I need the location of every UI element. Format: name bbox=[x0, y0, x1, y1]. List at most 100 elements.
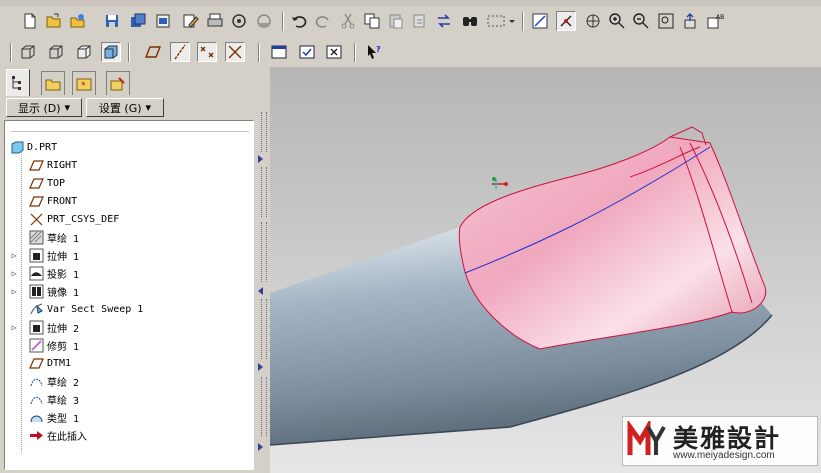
copy-icon[interactable] bbox=[362, 11, 382, 31]
tree-item-label: 在此插入 bbox=[47, 431, 87, 443]
csys-icon bbox=[28, 211, 44, 227]
logo-url-text: www.meiyadesign.com bbox=[673, 450, 775, 461]
watermark-logo: 美雅設計 www.meiyadesign.com bbox=[622, 416, 818, 466]
context-help-icon[interactable]: ? bbox=[364, 42, 384, 62]
datum-plane-icon bbox=[28, 193, 44, 209]
extrude-icon bbox=[28, 319, 44, 335]
save-icon[interactable] bbox=[102, 11, 122, 31]
svg-text:?: ? bbox=[376, 45, 381, 54]
sketch-icon bbox=[28, 229, 44, 245]
paste-special-icon[interactable] bbox=[410, 11, 430, 31]
navigator-panel: * 显示 (D) ▾ 设置 (G) ▾ D.PRT RIGHT TOP FRONT P… bbox=[0, 67, 262, 473]
collapse-arrow-icon[interactable] bbox=[258, 443, 263, 451]
datum-axes-icon[interactable] bbox=[170, 42, 190, 62]
connections-tab[interactable] bbox=[106, 71, 130, 95]
rename-icon[interactable] bbox=[180, 11, 200, 31]
email-link-icon[interactable] bbox=[254, 11, 274, 31]
settings-menu-button[interactable]: 设置 (G) ▾ bbox=[86, 98, 164, 117]
tree-item[interactable]: ▷ 投影 1 bbox=[5, 264, 253, 282]
tree-item[interactable]: 草绘 3 bbox=[5, 390, 253, 408]
undo-icon[interactable] bbox=[289, 11, 309, 31]
regenerate-icon[interactable] bbox=[434, 11, 454, 31]
redo-icon[interactable] bbox=[313, 11, 333, 31]
refit-icon[interactable] bbox=[656, 11, 676, 31]
selection-box-icon[interactable] bbox=[484, 11, 518, 31]
window-close-icon[interactable] bbox=[324, 42, 344, 62]
expand-arrow-icon[interactable]: ▷ bbox=[10, 269, 18, 278]
tree-item[interactable]: DTM1 bbox=[5, 354, 253, 372]
tree-item[interactable]: ▷ 拉伸 2 bbox=[5, 318, 253, 336]
model-tree-tab[interactable] bbox=[6, 69, 30, 96]
tree-item-label: DTM1 bbox=[47, 357, 72, 369]
open-folder-icon[interactable] bbox=[68, 11, 88, 31]
tree-item-label: Var Sect Sweep 1 bbox=[47, 303, 144, 315]
tree-item-label: RIGHT bbox=[47, 159, 78, 171]
tree-item[interactable]: ▷ 拉伸 1 bbox=[5, 246, 253, 264]
toolbar-separator bbox=[10, 43, 12, 62]
email-icon[interactable] bbox=[229, 11, 249, 31]
collapse-arrow-icon[interactable] bbox=[258, 155, 263, 163]
save-copy-icon[interactable] bbox=[128, 11, 148, 31]
export-icon[interactable] bbox=[681, 11, 701, 31]
datum-points-icon[interactable] bbox=[197, 42, 217, 62]
expand-arrow-icon[interactable]: ▷ bbox=[10, 323, 18, 332]
coordinate-systems-icon[interactable] bbox=[225, 42, 245, 62]
zoom-out-icon[interactable] bbox=[631, 11, 651, 31]
toolbar-separator bbox=[522, 12, 524, 31]
tree-item-label: 镜像 1 bbox=[47, 287, 80, 299]
annotation-icon[interactable]: AB bbox=[705, 11, 725, 31]
spin-center-icon[interactable] bbox=[556, 11, 576, 31]
hidden-line-icon[interactable] bbox=[46, 42, 66, 62]
tree-root[interactable]: D.PRT bbox=[5, 138, 253, 156]
tree-item[interactable]: 修剪 1 bbox=[5, 336, 253, 354]
find-icon[interactable] bbox=[460, 11, 480, 31]
datum-planes-icon[interactable] bbox=[143, 42, 163, 62]
model-tree: D.PRT RIGHT TOP FRONT PRT_CSYS_DEF 草绘 1 ▷ 拉伸 1… bbox=[4, 120, 254, 470]
chevron-down-icon: ▾ bbox=[64, 101, 71, 114]
folder-browser-tab[interactable] bbox=[41, 71, 65, 95]
tree-item[interactable]: Var Sect Sweep 1 bbox=[5, 300, 253, 318]
window-activate-icon[interactable] bbox=[297, 42, 317, 62]
tree-item[interactable]: 在此插入 bbox=[5, 426, 253, 444]
panel-splitter[interactable] bbox=[257, 67, 270, 473]
tree-item[interactable]: FRONT bbox=[5, 192, 253, 210]
display-toolbar: ? bbox=[0, 39, 821, 66]
graphics-viewport[interactable] bbox=[270, 67, 821, 473]
open-file-icon[interactable] bbox=[44, 11, 64, 31]
tree-item[interactable]: TOP bbox=[5, 174, 253, 192]
zoom-in-icon[interactable] bbox=[607, 11, 627, 31]
tree-item[interactable]: RIGHT bbox=[5, 156, 253, 174]
tree-divider bbox=[11, 131, 249, 132]
tree-item-label: FRONT bbox=[47, 195, 78, 207]
tree-item[interactable]: 草绘 2 bbox=[5, 372, 253, 390]
backup-icon[interactable] bbox=[153, 11, 173, 31]
shading-icon[interactable] bbox=[101, 42, 121, 62]
new-file-icon[interactable] bbox=[20, 11, 40, 31]
sketch-curve-icon bbox=[28, 391, 44, 407]
show-menu-button[interactable]: 显示 (D) ▾ bbox=[6, 98, 82, 117]
tree-item[interactable]: 类型 1 bbox=[5, 408, 253, 426]
cut-icon[interactable] bbox=[338, 11, 358, 31]
tree-item-label: 拉伸 2 bbox=[47, 323, 80, 335]
datum-plane-icon bbox=[28, 355, 44, 371]
expand-arrow-icon[interactable] bbox=[258, 287, 263, 295]
expand-arrow-icon[interactable]: ▷ bbox=[10, 287, 18, 296]
tree-item[interactable]: PRT_CSYS_DEF bbox=[5, 210, 253, 228]
window-icon[interactable] bbox=[269, 42, 289, 62]
no-hidden-icon[interactable] bbox=[74, 42, 94, 62]
orient-icon[interactable] bbox=[583, 11, 603, 31]
paste-icon[interactable] bbox=[386, 11, 406, 31]
tree-item-label: 类型 1 bbox=[47, 413, 80, 425]
tree-item[interactable]: 草绘 1 bbox=[5, 228, 253, 246]
part-icon bbox=[9, 139, 25, 155]
tree-item[interactable]: ▷ 镜像 1 bbox=[5, 282, 253, 300]
splitter-grip bbox=[261, 167, 267, 217]
collapse-arrow-icon[interactable] bbox=[258, 363, 263, 371]
tree-root-label: D.PRT bbox=[27, 141, 58, 153]
sketch-view-icon[interactable] bbox=[530, 11, 550, 31]
favorites-tab[interactable]: * bbox=[72, 71, 96, 95]
expand-arrow-icon[interactable]: ▷ bbox=[10, 251, 18, 260]
tree-item-label: 草绘 3 bbox=[47, 395, 80, 407]
print-icon[interactable] bbox=[205, 11, 225, 31]
wireframe-icon[interactable] bbox=[18, 42, 38, 62]
